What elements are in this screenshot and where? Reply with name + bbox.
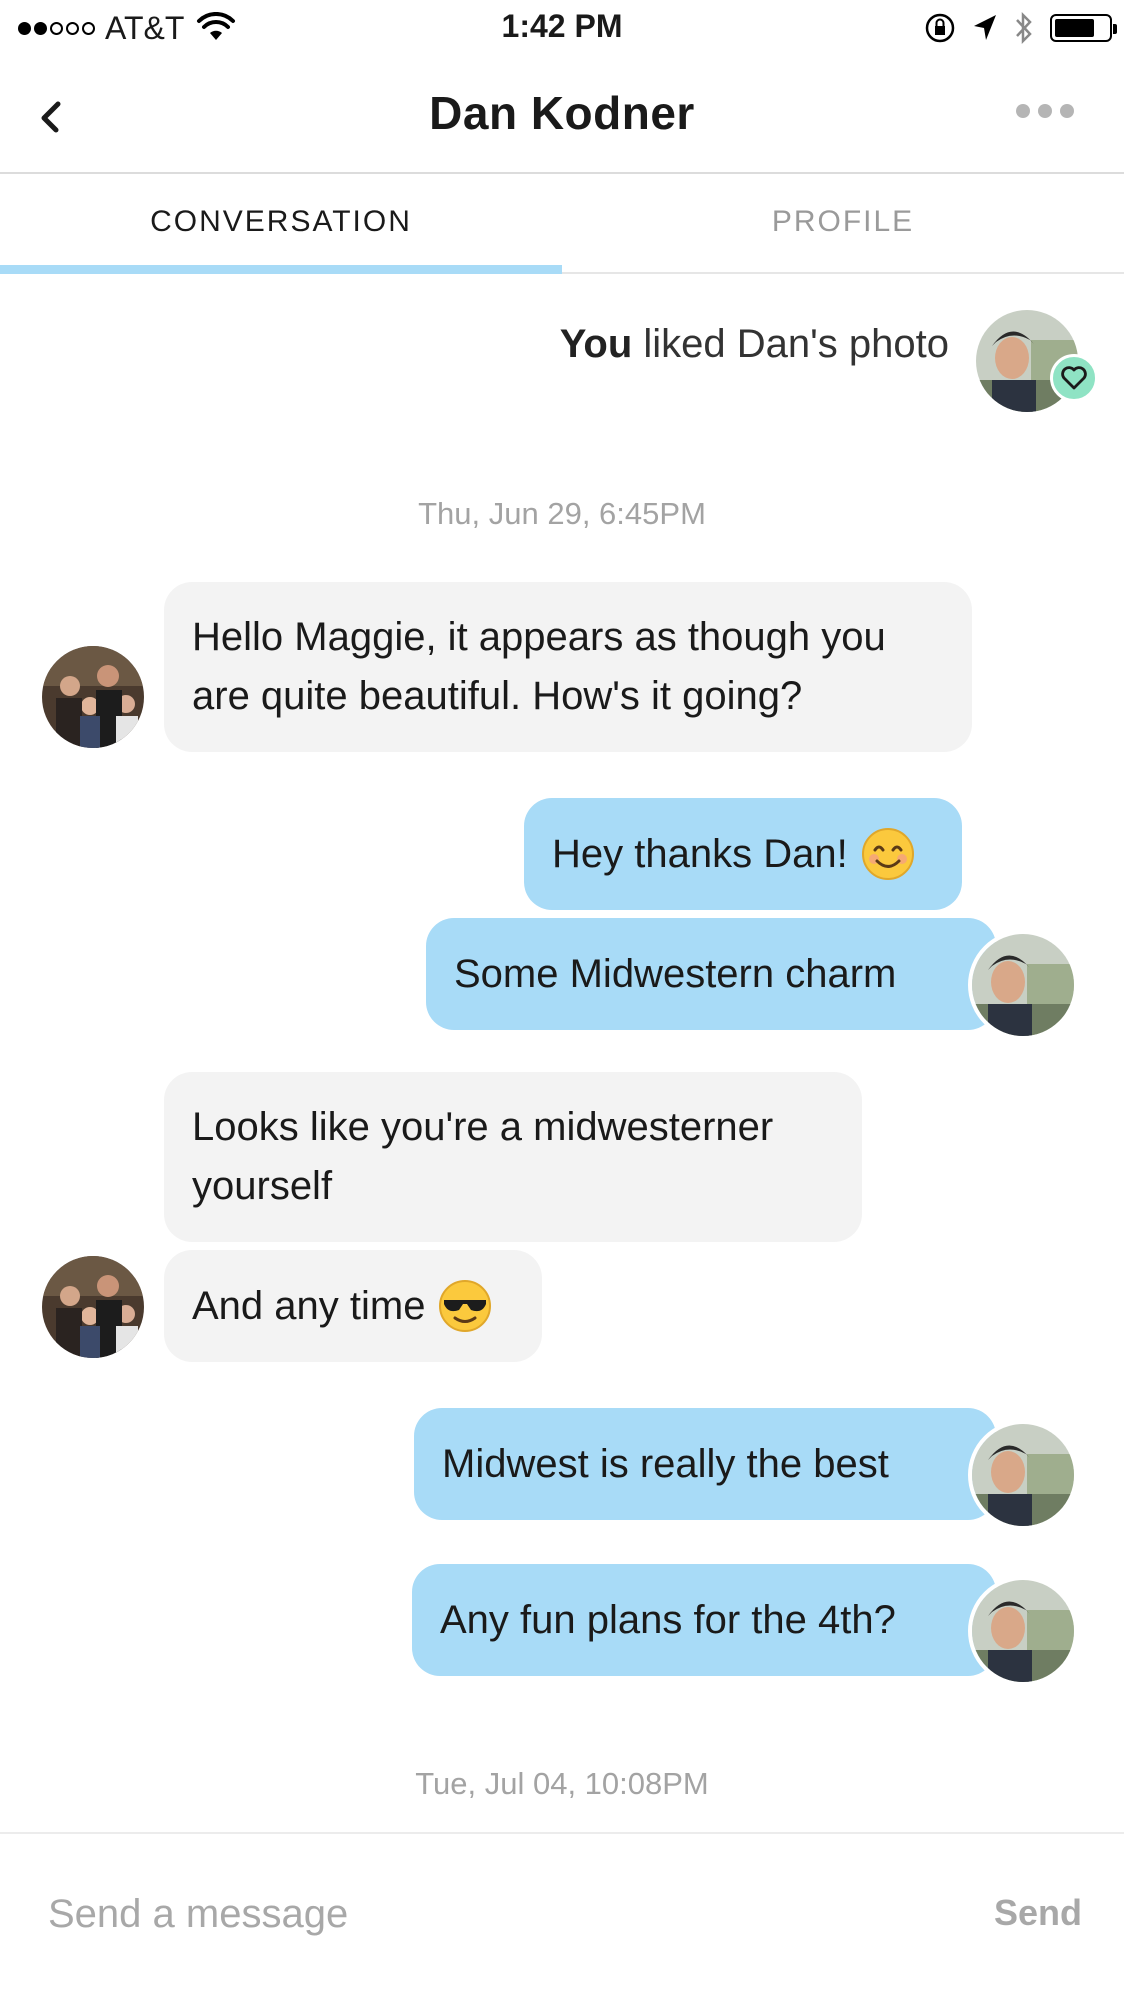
message-bubble-outgoing[interactable]: Any fun plans for the 4th?	[412, 1564, 996, 1676]
contact-avatar[interactable]	[38, 1252, 148, 1362]
smiling-face-emoji	[861, 828, 914, 880]
bluetooth-icon	[1016, 11, 1032, 45]
message-text: Any fun plans for the 4th?	[440, 1597, 896, 1642]
message-text: Looks like you're a midwesterner yoursel…	[192, 1105, 774, 1208]
message-bubble-outgoing[interactable]: Hey thanks Dan!	[524, 798, 962, 910]
tab-bar: CONVERSATION PROFILE	[0, 174, 1124, 274]
like-actor: You	[559, 322, 633, 366]
conversation-thread[interactable]: You liked Dan's photo Thu, Jun 29, 6:45P…	[0, 276, 1124, 1832]
tab-conversation[interactable]: CONVERSATION	[0, 174, 562, 274]
send-button[interactable]: Send	[994, 1892, 1082, 1934]
message-bubble-outgoing[interactable]: Some Midwestern charm	[426, 918, 996, 1030]
like-text: liked Dan's photo	[643, 322, 949, 366]
message-timestamp: Tue, Jul 04, 10:08PM	[415, 1766, 709, 1801]
message-input[interactable]	[48, 1874, 848, 1954]
tab-profile[interactable]: PROFILE	[562, 174, 1124, 274]
my-avatar[interactable]	[968, 1576, 1078, 1686]
message-text: Some Midwestern charm	[454, 951, 897, 996]
sunglasses-face-emoji	[439, 1280, 492, 1332]
message-bubble-incoming[interactable]: Looks like you're a midwesterner yoursel…	[164, 1072, 862, 1242]
nav-bar: Dan Kodner	[0, 56, 1124, 174]
contact-avatar[interactable]	[38, 642, 148, 752]
message-timestamp: Thu, Jun 29, 6:45PM	[418, 496, 706, 531]
location-arrow-icon	[974, 15, 996, 40]
like-notice: You liked Dan's photo	[560, 322, 949, 367]
my-avatar[interactable]	[968, 930, 1078, 1040]
message-text: And any time	[192, 1283, 426, 1328]
status-right	[924, 10, 1117, 46]
my-avatar[interactable]	[968, 1420, 1078, 1530]
message-text: Midwest is really the best	[442, 1441, 889, 1486]
message-bubble-incoming[interactable]: Hello Maggie, it appears as though you a…	[164, 582, 972, 752]
status-bar: AT&T 1:42 PM	[0, 0, 1124, 56]
page-title: Dan Kodner	[429, 87, 695, 139]
battery-icon	[1050, 14, 1117, 42]
orientation-lock-icon	[925, 13, 955, 43]
message-bubble-incoming[interactable]: And any time	[164, 1250, 542, 1362]
message-text: Hello Maggie, it appears as though you a…	[192, 615, 886, 718]
active-tab-indicator	[0, 265, 562, 274]
message-bubble-outgoing[interactable]: Midwest is really the best	[414, 1408, 996, 1520]
message-text: Hey thanks Dan!	[552, 831, 848, 876]
heart-icon	[1050, 354, 1098, 402]
message-composer: Send	[0, 1832, 1124, 2000]
more-dots-icon[interactable]	[1016, 104, 1074, 118]
